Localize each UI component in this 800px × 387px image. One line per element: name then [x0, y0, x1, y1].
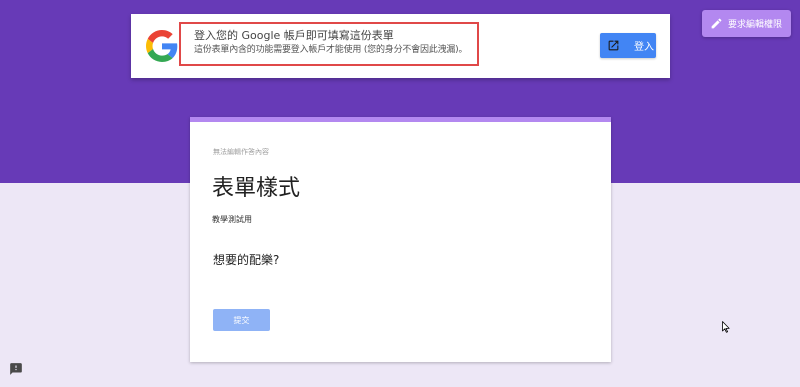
feedback-icon[interactable]	[9, 362, 23, 376]
pencil-icon	[711, 18, 722, 29]
form-description: 教學測試用	[212, 215, 252, 224]
submit-button-label: 提交	[233, 315, 250, 325]
signin-subtitle: 這份表單內含的功能需要登入帳戶才能使用 (您的身分不會因此洩漏)。	[194, 45, 468, 55]
signin-title: 登入您的 Google 帳戶即可填寫這份表單	[194, 29, 394, 42]
signin-button[interactable]: 登入	[600, 33, 656, 58]
submit-button[interactable]: 提交	[213, 309, 270, 331]
signin-button-label: 登入	[634, 42, 654, 53]
form-card-accent-bar	[190, 117, 611, 122]
question-title: 想要的配樂?	[213, 253, 280, 267]
request-edit-access-button[interactable]: 要求編輯權限	[702, 10, 791, 37]
signin-message-highlight: 登入您的 Google 帳戶即可填寫這份表單 這份表單內含的功能需要登入帳戶才能…	[179, 22, 479, 66]
read-only-notice: 無法編輯作答內容	[213, 148, 269, 156]
form-card: 無法編輯作答內容 表單樣式 教學測試用 想要的配樂? 提交	[190, 117, 611, 362]
signin-banner: 登入您的 Google 帳戶即可填寫這份表單 這份表單內含的功能需要登入帳戶才能…	[131, 14, 670, 78]
mouse-cursor-icon	[722, 321, 730, 333]
request-edit-label: 要求編輯權限	[728, 20, 783, 30]
form-title: 表單樣式	[212, 176, 301, 201]
open-in-new-icon	[608, 40, 619, 51]
google-logo-icon	[146, 30, 178, 62]
